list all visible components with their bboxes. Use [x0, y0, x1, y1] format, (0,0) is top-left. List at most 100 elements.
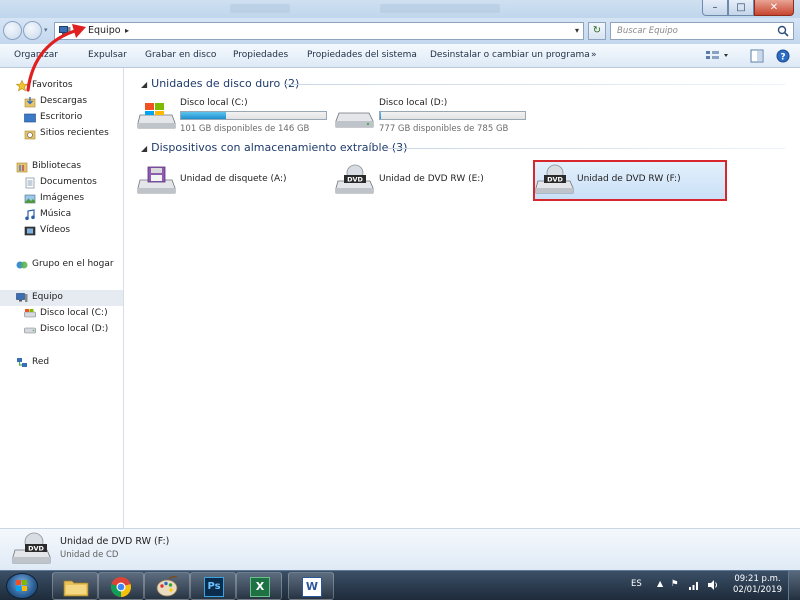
photoshop-icon: Ps — [204, 577, 224, 597]
group-header-removable[interactable]: ◢ Dispositivos con almacenamiento extraíb… — [141, 141, 407, 154]
device-name: Unidad de DVD RW (E:) — [379, 174, 484, 184]
nav-label: Escritorio — [40, 112, 83, 122]
change-view-icon[interactable] — [705, 49, 729, 63]
local-disk-icon — [24, 327, 36, 334]
taskbar: Ps X W ES ▲ ⚑ 09:21 p.m. 02/01/2019 — [0, 570, 800, 600]
volume-icon[interactable] — [707, 579, 719, 591]
windows-logo-icon — [16, 580, 27, 591]
address-dropdown[interactable]: ▾ — [575, 26, 579, 35]
music-icon — [25, 209, 35, 221]
nav-item-escritorio[interactable]: Escritorio — [0, 110, 123, 126]
nav-item-documentos[interactable]: Documentos — [0, 175, 123, 191]
paint-palette-icon — [156, 576, 178, 597]
nav-label: Vídeos — [40, 225, 71, 235]
refresh-button[interactable]: ↻ — [588, 22, 606, 40]
nav-network[interactable]: Red — [0, 355, 123, 371]
window-controls: – □ ✕ — [702, 0, 794, 18]
drive-usage-fill — [380, 112, 382, 119]
nav-item-sitios-recientes[interactable]: Sitios recientes — [0, 126, 123, 142]
command-bar: Organizar Expulsar Grabar en disco Propi… — [0, 44, 800, 68]
burn-button[interactable]: Grabar en disco — [145, 50, 216, 60]
nav-label: Disco local (D:) — [40, 324, 109, 334]
nav-item-musica[interactable]: Música — [0, 207, 123, 223]
more-commands-button[interactable]: » — [591, 50, 597, 60]
show-hidden-icons-icon[interactable]: ▲ — [657, 579, 663, 588]
search-placeholder: Buscar Equipo — [617, 26, 678, 36]
taskbar-word[interactable]: W — [288, 572, 334, 600]
search-icon[interactable] — [777, 25, 789, 37]
device-item-dvd-f[interactable]: DVD Unidad de DVD RW (F:) — [535, 164, 725, 198]
nav-homegroup[interactable]: Grupo en el hogar — [0, 257, 123, 273]
nav-label: Grupo en el hogar — [32, 259, 114, 269]
homegroup-icon — [16, 261, 28, 269]
group-divider — [285, 84, 785, 85]
show-desktop-button[interactable] — [788, 571, 800, 600]
nav-item-imagenes[interactable]: Imágenes — [0, 191, 123, 207]
taskbar-paint[interactable] — [144, 572, 190, 600]
floppy-drive-icon — [137, 166, 176, 194]
clock-time: 09:21 p.m. — [734, 574, 781, 584]
local-disk-icon — [335, 112, 374, 128]
svg-text:DVD: DVD — [347, 176, 363, 184]
network-status-icon[interactable] — [688, 579, 700, 591]
details-pane: DVD Unidad de DVD RW (F:) Unidad de CD — [0, 528, 800, 570]
nav-libraries[interactable]: Bibliotecas — [0, 159, 123, 175]
nav-label: Disco local (C:) — [40, 308, 108, 318]
desktop-icon — [24, 113, 36, 123]
collapse-icon[interactable]: ◢ — [141, 144, 147, 153]
search-input[interactable]: Buscar Equipo — [610, 22, 794, 40]
taskbar-photoshop[interactable]: Ps — [190, 572, 236, 600]
drive-usage-bar — [379, 111, 526, 120]
nav-item-disco-d[interactable]: Disco local (D:) — [0, 322, 123, 338]
drive-free-space: 777 GB disponibles de 785 GB — [379, 124, 509, 134]
nav-label: Equipo — [32, 292, 63, 302]
taskbar-explorer[interactable] — [52, 572, 98, 600]
computer-icon — [16, 293, 28, 302]
content-pane: ◢ Unidades de disco duro (2) Disco local … — [125, 68, 800, 528]
drive-usage-fill — [181, 112, 226, 119]
maximize-button[interactable]: □ — [728, 0, 754, 16]
nav-label: Descargas — [40, 96, 88, 106]
close-button[interactable]: ✕ — [754, 0, 794, 16]
device-item-dvd-e[interactable]: DVD Unidad de DVD RW (E:) — [335, 164, 515, 198]
pictures-icon — [24, 194, 36, 204]
taskbar-excel[interactable]: X — [236, 572, 282, 600]
nav-label: Imágenes — [40, 193, 85, 203]
group-header-hard-drives[interactable]: ◢ Unidades de disco duro (2) — [141, 77, 299, 90]
taskbar-chrome[interactable] — [98, 572, 144, 600]
word-icon: W — [302, 577, 322, 597]
nav-item-disco-c[interactable]: Disco local (C:) — [0, 306, 123, 322]
group-header-label: Unidades de disco duro (2) — [151, 77, 300, 90]
nav-label: Red — [32, 357, 50, 367]
minimize-button[interactable]: – — [702, 0, 728, 16]
device-item-floppy[interactable]: Unidad de disquete (A:) — [137, 164, 317, 198]
address-bar[interactable]: ▸ Equipo ▸ ▾ — [54, 22, 584, 40]
svg-text:DVD: DVD — [547, 176, 563, 184]
nav-computer[interactable]: Equipo — [0, 290, 123, 306]
clock[interactable]: 09:21 p.m. 02/01/2019 — [733, 574, 782, 596]
help-icon[interactable]: ? — [776, 49, 790, 63]
start-button[interactable] — [6, 573, 38, 599]
drive-name: Disco local (D:) — [379, 98, 448, 108]
dvd-drive-icon: DVD — [12, 532, 51, 564]
nav-label: Música — [40, 209, 72, 219]
blurred-background — [230, 4, 290, 13]
dvd-drive-icon: DVD — [535, 164, 574, 194]
device-name: Unidad de DVD RW (F:) — [577, 174, 681, 184]
preview-pane-icon[interactable] — [750, 49, 764, 63]
system-properties-button[interactable]: Propiedades del sistema — [307, 50, 417, 60]
uninstall-program-button[interactable]: Desinstalar o cambiar un programa — [430, 50, 590, 60]
device-name: Unidad de disquete (A:) — [180, 174, 287, 184]
action-center-flag-icon[interactable]: ⚑ — [671, 579, 679, 589]
drive-item-d[interactable]: Disco local (D:) 777 GB disponibles de 7… — [335, 96, 535, 136]
nav-item-videos[interactable]: Vídeos — [0, 223, 123, 239]
folder-icon — [63, 580, 89, 597]
nav-label: Sitios recientes — [40, 128, 109, 138]
language-indicator[interactable]: ES — [631, 579, 642, 589]
dvd-drive-icon: DVD — [335, 164, 374, 194]
collapse-icon[interactable]: ◢ — [141, 80, 147, 89]
breadcrumb-separator[interactable]: ▸ — [125, 26, 129, 35]
nav-item-descargas[interactable]: Descargas — [0, 94, 123, 110]
drive-item-c[interactable]: Disco local (C:) 101 GB disponibles de 1… — [137, 96, 337, 136]
properties-button[interactable]: Propiedades — [233, 50, 288, 60]
